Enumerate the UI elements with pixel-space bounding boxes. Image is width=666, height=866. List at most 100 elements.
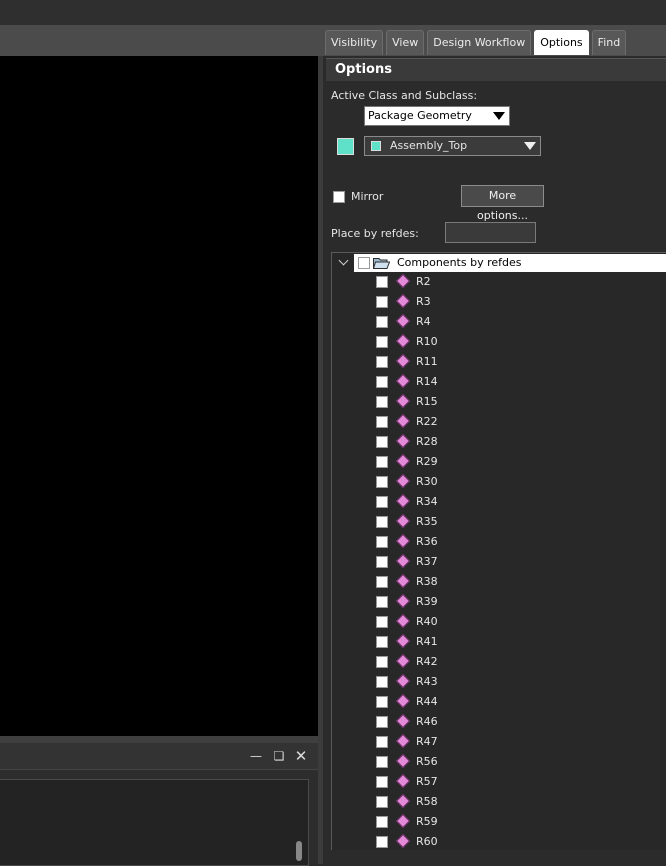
tree-root-row[interactable]: Components by refdes <box>354 254 666 272</box>
tree-item[interactable]: R3 <box>332 293 666 313</box>
tab-options[interactable]: Options <box>534 30 589 55</box>
subclass-dropdown[interactable]: Assembly_Top <box>364 136 541 156</box>
tree-item[interactable]: R59 <box>332 813 666 833</box>
tree-item-label: R39 <box>416 595 438 608</box>
tree-item[interactable]: R46 <box>332 713 666 733</box>
tree-item-checkbox[interactable] <box>376 276 388 288</box>
tree-item-checkbox[interactable] <box>376 516 388 528</box>
tree-item[interactable]: R28 <box>332 433 666 453</box>
tree-item[interactable]: R40 <box>332 613 666 633</box>
mirror-checkbox[interactable] <box>333 191 345 203</box>
tree-item-checkbox[interactable] <box>376 656 388 668</box>
component-icon <box>395 453 411 469</box>
tree-item[interactable]: R10 <box>332 333 666 353</box>
component-tree[interactable]: Components by refdes R2 R3 R4 R10 R11 R14 R15 R… <box>331 252 666 852</box>
tree-item[interactable]: R42 <box>332 653 666 673</box>
tree-item[interactable]: R34 <box>332 493 666 513</box>
tree-item-checkbox[interactable] <box>376 496 388 508</box>
tree-item-label: R58 <box>416 795 438 808</box>
minimize-icon[interactable]: — <box>248 748 264 764</box>
tree-item[interactable]: R57 <box>332 773 666 793</box>
tree-item-checkbox[interactable] <box>376 616 388 628</box>
tree-item-label: R3 <box>416 295 431 308</box>
tree-item-checkbox[interactable] <box>376 296 388 308</box>
title-bar <box>0 0 666 25</box>
tab-view[interactable]: View <box>386 30 425 55</box>
tree-item[interactable]: R44 <box>332 693 666 713</box>
tree-item[interactable]: R4 <box>332 313 666 333</box>
tree-item-checkbox[interactable] <box>376 816 388 828</box>
tree-item-checkbox[interactable] <box>376 636 388 648</box>
class-dropdown[interactable]: Package Geometry <box>364 106 510 126</box>
tree-item-checkbox[interactable] <box>376 396 388 408</box>
tree-item-checkbox[interactable] <box>376 356 388 368</box>
tree-item[interactable]: R2 <box>332 273 666 293</box>
tree-item-checkbox[interactable] <box>376 456 388 468</box>
tree-item[interactable]: R38 <box>332 573 666 593</box>
console-scrollbar[interactable] <box>296 841 302 861</box>
class-value: Package Geometry <box>368 109 472 122</box>
tree-item-label: R37 <box>416 555 438 568</box>
tree-item-checkbox[interactable] <box>376 836 388 848</box>
tree-item-checkbox[interactable] <box>376 436 388 448</box>
horizontal-splitter[interactable] <box>0 736 318 743</box>
folder-open-icon <box>373 258 390 269</box>
tree-item[interactable]: R30 <box>332 473 666 493</box>
tree-item[interactable]: R47 <box>332 733 666 753</box>
tree-item-checkbox[interactable] <box>376 716 388 728</box>
tree-item-checkbox[interactable] <box>376 536 388 548</box>
tree-item-label: R28 <box>416 435 438 448</box>
place-by-refdes-input[interactable] <box>445 222 536 243</box>
expand-chevron-icon[interactable] <box>338 255 349 266</box>
tree-item-checkbox[interactable] <box>376 376 388 388</box>
color-swatch-button[interactable] <box>337 138 354 155</box>
tree-item-checkbox[interactable] <box>376 596 388 608</box>
root-checkbox[interactable] <box>358 257 370 269</box>
tree-root-label: Components by refdes <box>397 256 522 269</box>
tree-item-label: R60 <box>416 835 438 848</box>
console-output[interactable] <box>0 779 309 866</box>
tree-item-checkbox[interactable] <box>376 576 388 588</box>
tree-item[interactable]: R36 <box>332 533 666 553</box>
tab-design-workflow[interactable]: Design Workflow <box>427 30 532 55</box>
tree-item[interactable]: R56 <box>332 753 666 773</box>
tree-item[interactable]: R58 <box>332 793 666 813</box>
tree-item[interactable]: R11 <box>332 353 666 373</box>
tab-visibility[interactable]: Visibility <box>325 30 384 55</box>
tree-item-checkbox[interactable] <box>376 696 388 708</box>
tree-item-label: R11 <box>416 355 438 368</box>
tree-item-checkbox[interactable] <box>376 556 388 568</box>
tree-item[interactable]: R15 <box>332 393 666 413</box>
tree-item-checkbox[interactable] <box>376 776 388 788</box>
close-icon[interactable]: ✕ <box>293 748 309 764</box>
options-panel: Options Active Class and Subclass: Packa… <box>323 56 666 864</box>
component-icon <box>395 753 411 769</box>
tree-item-checkbox[interactable] <box>376 476 388 488</box>
tree-item-checkbox[interactable] <box>376 316 388 328</box>
restore-icon[interactable]: ❏ <box>271 748 287 764</box>
design-canvas[interactable] <box>0 56 318 736</box>
tree-item-label: R44 <box>416 695 438 708</box>
tree-item-checkbox[interactable] <box>376 416 388 428</box>
tree-item[interactable]: R22 <box>332 413 666 433</box>
tree-item-label: R29 <box>416 455 438 468</box>
tree-item-checkbox[interactable] <box>376 756 388 768</box>
component-icon <box>395 613 411 629</box>
tree-item-checkbox[interactable] <box>376 736 388 748</box>
tree-item[interactable]: R29 <box>332 453 666 473</box>
tree-item[interactable]: R43 <box>332 673 666 693</box>
tree-item[interactable]: R39 <box>332 593 666 613</box>
panel-tabs: Visibility View Design Workflow Options … <box>325 30 627 56</box>
tree-item[interactable]: R41 <box>332 633 666 653</box>
tree-item[interactable]: R37 <box>332 553 666 573</box>
tree-item-label: R38 <box>416 575 438 588</box>
tree-item[interactable]: R14 <box>332 373 666 393</box>
component-icon <box>395 413 411 429</box>
tree-item-checkbox[interactable] <box>376 676 388 688</box>
tab-find[interactable]: Find <box>591 30 627 55</box>
tree-item-checkbox[interactable] <box>376 336 388 348</box>
component-icon <box>395 733 411 749</box>
more-options-button[interactable]: More options... <box>461 185 544 222</box>
tree-item-checkbox[interactable] <box>376 796 388 808</box>
tree-item[interactable]: R35 <box>332 513 666 533</box>
